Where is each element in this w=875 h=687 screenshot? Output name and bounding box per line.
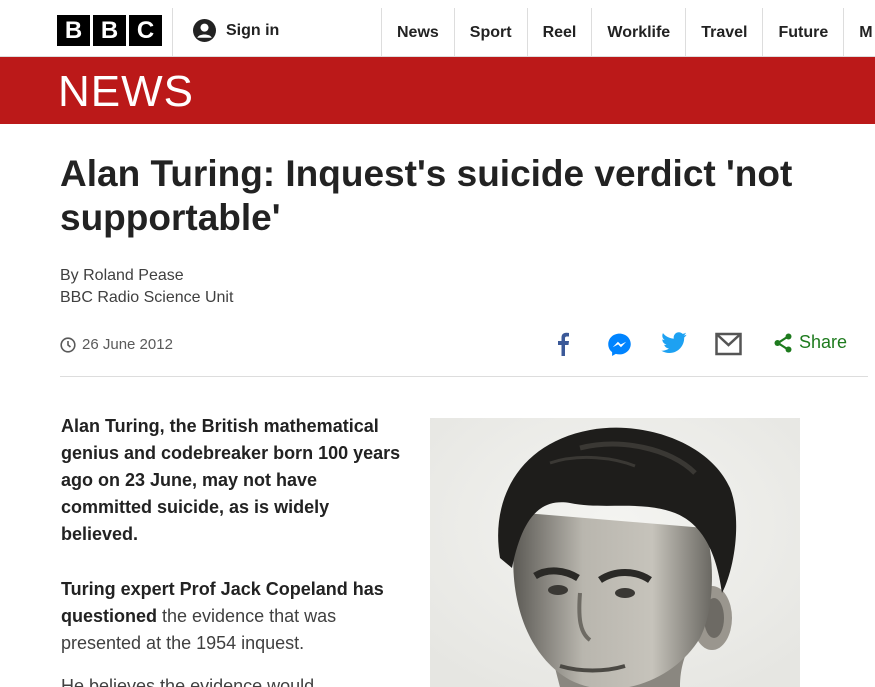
nav-item-worklife[interactable]: Worklife bbox=[591, 8, 685, 57]
article-paragraph-cutoff: He believes the evidence would bbox=[61, 676, 315, 687]
article-paragraph: Turing expert Prof Jack Copeland has que… bbox=[61, 576, 406, 657]
byline-author: By Roland Pease bbox=[60, 267, 184, 284]
share-icon bbox=[774, 333, 792, 352]
share-label: Share bbox=[799, 332, 848, 352]
sign-in-label: Sign in bbox=[226, 21, 280, 39]
messenger-icon[interactable] bbox=[607, 332, 632, 357]
nav-item-travel[interactable]: Travel bbox=[685, 8, 762, 57]
top-navigation: B B C Sign in News Sport Reel Worklife T… bbox=[0, 0, 875, 57]
date-text: 26 June 2012 bbox=[82, 336, 173, 353]
byline: By Roland Pease BBC Radio Science Unit bbox=[60, 265, 233, 309]
bbc-logo[interactable]: B B C bbox=[57, 15, 162, 46]
portrait-image bbox=[430, 418, 800, 687]
main-nav: News Sport Reel Worklife Travel Future M bbox=[381, 8, 875, 57]
article-headline: Alan Turing: Inquest's suicide verdict '… bbox=[60, 153, 793, 238]
user-icon bbox=[193, 19, 216, 42]
facebook-icon[interactable] bbox=[556, 332, 570, 356]
share-button[interactable]: Share bbox=[773, 332, 847, 353]
share-tools: Share bbox=[550, 330, 860, 360]
nav-item-sport[interactable]: Sport bbox=[453, 8, 527, 57]
twitter-icon[interactable] bbox=[661, 332, 687, 354]
article-photo bbox=[430, 418, 800, 687]
nav-item-reel[interactable]: Reel bbox=[526, 8, 592, 57]
section-title[interactable]: NEWS bbox=[58, 67, 194, 117]
clock-icon bbox=[60, 336, 76, 353]
article-date: 26 June 2012 bbox=[60, 336, 173, 353]
bbc-logo-letter-b1: B bbox=[57, 15, 90, 46]
bbc-logo-letter-b2: B bbox=[93, 15, 126, 46]
meta-divider bbox=[60, 376, 868, 377]
nav-item-future[interactable]: Future bbox=[762, 8, 843, 57]
email-icon[interactable] bbox=[715, 332, 742, 356]
article-intro: Alan Turing, the British mathematical ge… bbox=[61, 416, 401, 544]
sign-in-link[interactable]: Sign in bbox=[193, 19, 279, 42]
news-banner: NEWS bbox=[0, 57, 875, 124]
nav-item-more[interactable]: M bbox=[843, 8, 875, 57]
byline-unit: BBC Radio Science Unit bbox=[60, 289, 234, 306]
bbc-logo-letter-c: C bbox=[129, 15, 162, 46]
nav-item-news[interactable]: News bbox=[381, 8, 454, 57]
logo-divider bbox=[172, 8, 173, 56]
